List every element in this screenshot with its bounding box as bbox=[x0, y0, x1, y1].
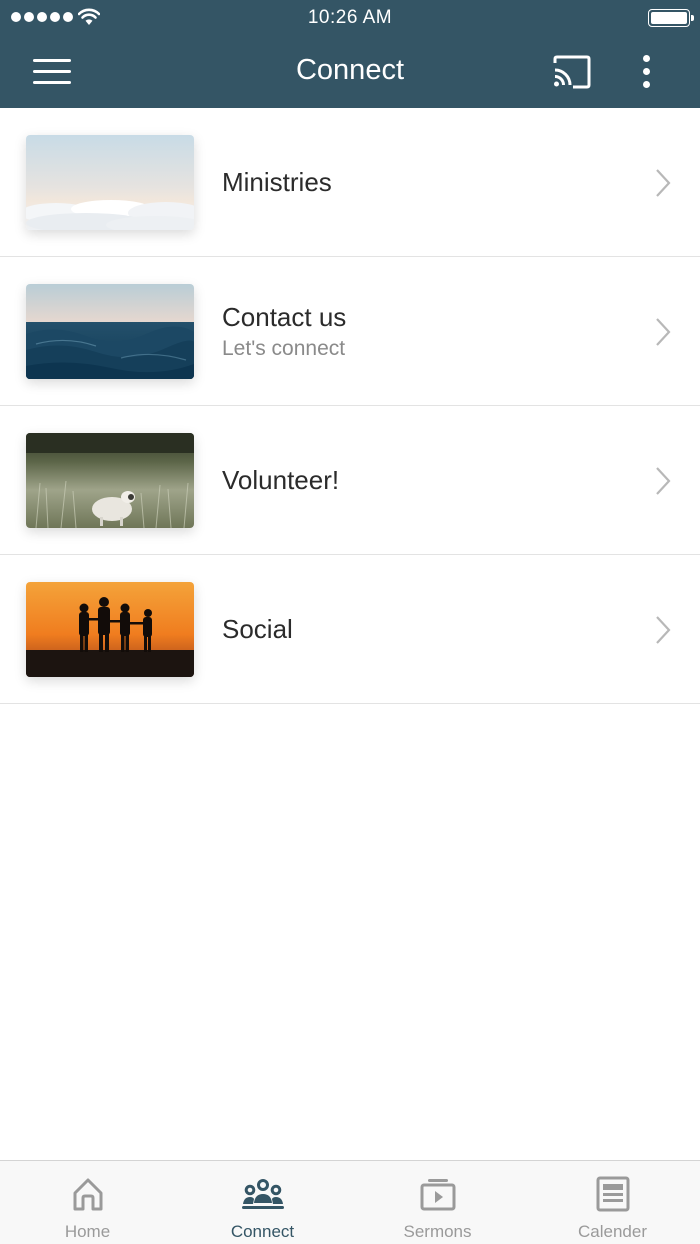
more-vertical-icon[interactable] bbox=[636, 54, 658, 90]
chevron-right-icon bbox=[656, 318, 671, 346]
tab-home[interactable]: Home bbox=[0, 1161, 175, 1244]
page-title: Connect bbox=[295, 54, 404, 86]
chevron-right-icon bbox=[656, 616, 671, 644]
tab-calender[interactable]: Calender bbox=[525, 1161, 700, 1244]
ocean-waves-image bbox=[26, 284, 194, 379]
battery-icon bbox=[648, 9, 694, 27]
list-item-text: Volunteer! bbox=[222, 406, 339, 555]
video-playlist-icon bbox=[420, 1179, 455, 1211]
calendar-list-icon bbox=[596, 1176, 629, 1212]
list-item-text: Social bbox=[222, 555, 293, 704]
list-item-title: Volunteer! bbox=[222, 465, 340, 495]
connect-list: Ministries Contact us Let's connect Volu… bbox=[0, 108, 700, 704]
tab-label: Sermons bbox=[403, 1222, 472, 1241]
chevron-right-icon bbox=[656, 467, 671, 495]
sunset-silhouettes-image bbox=[26, 582, 194, 677]
status-bar: 10:26 AM bbox=[0, 0, 700, 36]
list-item-social[interactable]: Social bbox=[0, 555, 700, 704]
list-item-contact-us[interactable]: Contact us Let's connect bbox=[0, 257, 700, 406]
cast-icon[interactable] bbox=[551, 54, 593, 90]
tab-label: Connect bbox=[230, 1222, 295, 1241]
list-item-title: Ministries bbox=[222, 167, 332, 197]
app-header: 10:26 AM Connect bbox=[0, 0, 700, 108]
status-time: 10:26 AM bbox=[307, 7, 393, 28]
chevron-right-icon bbox=[656, 169, 671, 197]
home-icon bbox=[73, 1178, 102, 1211]
list-item-title: Contact us bbox=[222, 302, 347, 332]
bottom-tab-bar: Home Connect Sermons Calender bbox=[0, 1160, 700, 1244]
tab-label: Calender bbox=[578, 1222, 647, 1241]
nav-bar: Connect bbox=[0, 36, 700, 108]
list-item-ministries[interactable]: Ministries bbox=[0, 108, 700, 257]
tab-label: Home bbox=[64, 1222, 111, 1241]
list-item-text: Contact us Let's connect bbox=[222, 257, 346, 406]
list-item-title: Social bbox=[222, 614, 293, 644]
field-sheep-image bbox=[26, 433, 194, 528]
list-item-volunteer[interactable]: Volunteer! bbox=[0, 406, 700, 555]
tab-sermons[interactable]: Sermons bbox=[350, 1161, 525, 1244]
list-item-subtitle: Let's connect bbox=[222, 337, 346, 360]
tab-connect[interactable]: Connect bbox=[175, 1161, 350, 1244]
list-item-text: Ministries bbox=[222, 108, 332, 257]
sky-clouds-image bbox=[26, 135, 194, 230]
people-icon bbox=[241, 1179, 284, 1209]
